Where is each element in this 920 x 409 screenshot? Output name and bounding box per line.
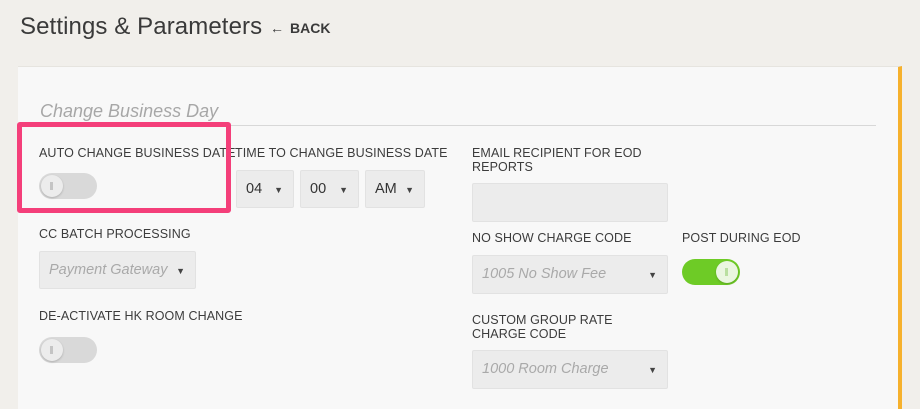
toggle-knob [41,339,63,361]
no-show-value: 1005 No Show Fee [482,266,607,282]
chevron-down-icon: ▼ [648,270,657,280]
custom-group-rate-select[interactable]: 1000 Room Charge ▼ [472,350,668,389]
post-during-eod-label: POST DURING EOD [682,231,801,245]
cc-batch-value: Payment Gateway [49,262,168,278]
no-show-label: NO SHOW CHARGE CODE [472,231,632,245]
no-show-select[interactable]: 1005 No Show Fee ▼ [472,255,668,294]
custom-group-rate-value: 1000 Room Charge [482,361,609,377]
toggle-knob [716,261,738,283]
cc-batch-select[interactable]: Payment Gateway ▼ [39,251,196,289]
chevron-down-icon: ▼ [176,266,185,276]
chevron-down-icon: ▼ [648,365,657,375]
page-title: Settings & Parameters [20,13,263,40]
section-title: Change Business Day [40,101,219,121]
email-recipient-field[interactable] [472,183,668,222]
header: Settings & Parameters ← BACK [0,0,920,60]
meridiem-value: AM [375,181,397,197]
chevron-down-icon: ▼ [339,185,348,195]
settings-panel: Change Business Day AUTO CHANGE BUSINESS… [18,66,902,409]
back-arrow-icon: ← [270,20,284,36]
deactivate-hk-label: DE-ACTIVATE HK ROOM CHANGE [39,309,243,323]
hour-select[interactable]: 04 ▼ [236,170,294,208]
hour-value: 04 [246,181,263,197]
custom-group-rate-label: CUSTOM GROUP RATE CHARGE CODE [472,313,613,341]
post-during-eod-toggle[interactable] [682,259,740,285]
section-divider [38,125,876,126]
auto-change-toggle[interactable] [39,173,97,199]
minute-select[interactable]: 00 ▼ [300,170,359,208]
back-button[interactable]: ← BACK [270,20,330,36]
chevron-down-icon: ▼ [405,185,414,195]
auto-change-label: AUTO CHANGE BUSINESS DATE [39,146,236,160]
email-recipient-label: EMAIL RECIPIENT FOR EOD REPORTS [472,146,642,174]
time-to-change-label: TIME TO CHANGE BUSINESS DATE [235,146,448,160]
chevron-down-icon: ▼ [274,185,283,195]
back-label: BACK [290,20,331,36]
minute-value: 00 [310,181,327,197]
cc-batch-label: CC BATCH PROCESSING [39,227,191,241]
meridiem-select[interactable]: AM ▼ [365,170,425,208]
toggle-knob [41,175,63,197]
deactivate-hk-toggle[interactable] [39,337,97,363]
